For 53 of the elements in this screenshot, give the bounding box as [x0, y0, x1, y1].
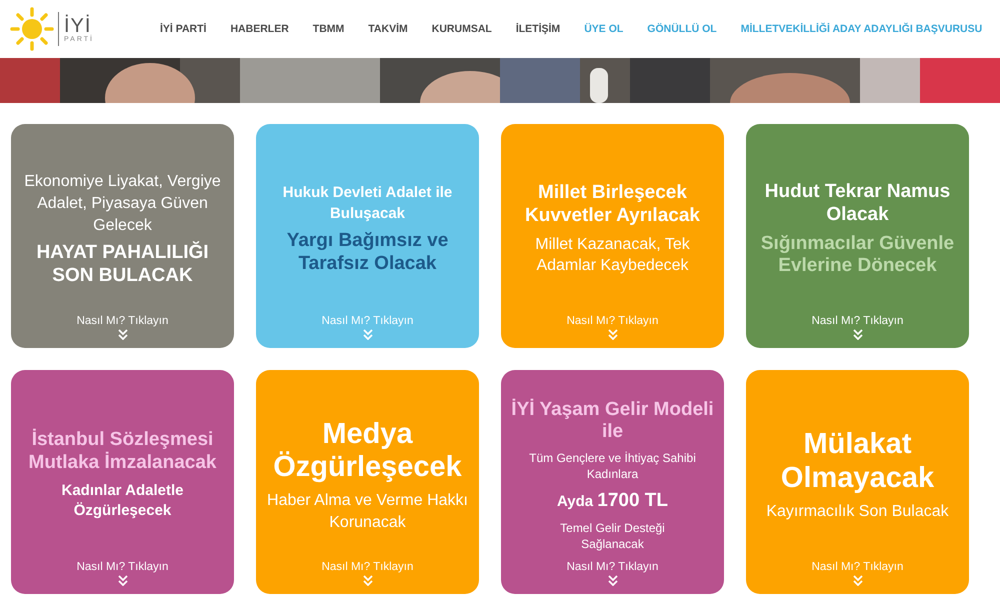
card-text: Tüm Gençlere ve İhtiyaç Sahibi Kadınlara	[528, 450, 697, 482]
card-text: Kayırmacılık Son Bulacak	[765, 502, 950, 522]
nav-link[interactable]: HABERLER	[230, 23, 289, 35]
double-chevron-down-icon[interactable]	[118, 329, 128, 340]
read-more-link[interactable]: Nasıl Mı? Tıklayın	[566, 561, 658, 573]
promise-card[interactable]: Medya Özgürleşecek Haber Alma ve Verme Hakkı Korunacak Nasıl Mı? Tıklayın	[256, 370, 479, 594]
double-chevron-down-icon[interactable]	[362, 575, 372, 586]
promise-card[interactable]: İYİ Yaşam Gelir Modeli ile Tüm Gençlere ve İhtiyaç Sahibi Kadınlara Ayda 1700 TL Temel Gelir Desteği Sağlanacak Nasıl Mı? Tıklayın	[501, 370, 724, 594]
card-text: Hukuk Devleti Adalet ile Buluşacak	[282, 183, 454, 224]
card-text: Kadınlar Adaletle Özgürleşecek	[60, 481, 184, 522]
card-heading: Yargı Bağımsız ve Tarafsız Olacak	[286, 230, 450, 276]
double-chevron-down-icon[interactable]	[362, 329, 372, 340]
card-text: Millet Kazanacak, Tek Adamlar Kaybedecek	[534, 234, 691, 276]
card-heading: İYİ Yaşam Gelir Modeli ile	[511, 398, 714, 444]
double-chevron-down-icon[interactable]	[852, 575, 862, 586]
read-more-link[interactable]: Nasıl Mı? Tıklayın	[812, 561, 904, 573]
card-heading: Medya Özgürleşecek	[272, 418, 463, 484]
promise-card[interactable]: İstanbul Sözleşmesi Mutlaka İmzalanacak Kadınlar Adaletle Özgürleşecek Nasıl Mı? Tıklayın	[11, 370, 234, 594]
card-heading: Sığınmacılar Güvenle Evlerine Dönecek	[760, 232, 956, 278]
double-chevron-down-icon[interactable]	[118, 575, 128, 586]
promise-card[interactable]: Hudut Tekrar Namus Olacak Sığınmacılar Güvenle Evlerine Dönecek Nasıl Mı? Tıklayın	[746, 124, 969, 348]
card-heading: Mülakat Olmayacak	[780, 428, 936, 496]
card-heading: İstanbul Sözleşmesi Mutlaka İmzalanacak	[28, 429, 218, 476]
read-more-link[interactable]: Nasıl Mı? Tıklayın	[322, 315, 414, 327]
nav-link[interactable]: GÖNÜLLÜ OL	[647, 23, 717, 35]
nav-link[interactable]: İLETİŞİM	[516, 23, 560, 35]
promise-card[interactable]: Millet Birleşecek Kuvvetler Ayrılacak Millet Kazanacak, Tek Adamlar Kaybedecek Nasıl Mı? Tıklayın	[501, 124, 724, 348]
logo-wordmark[interactable]: İYİ	[64, 16, 94, 36]
read-more-link[interactable]: Nasıl Mı? Tıklayın	[76, 315, 168, 327]
read-more-link[interactable]: Nasıl Mı? Tıklayın	[566, 315, 658, 327]
card-text: Ekonomiye Liyakat, Vergiye Adalet, Piyasaya Güven Gelecek	[23, 172, 222, 236]
read-more-link[interactable]: Nasıl Mı? Tıklayın	[322, 561, 414, 573]
nav-link[interactable]: TAKVİM	[368, 23, 408, 35]
nav-link[interactable]: ÜYE OL	[584, 23, 624, 35]
promise-card[interactable]: Ekonomiye Liyakat, Vergiye Adalet, Piyasaya Güven Gelecek HAYAT PAHALILIĞI SON BULACAK Nasıl Mı? Tıklayın	[11, 124, 234, 348]
promise-card[interactable]: Mülakat Olmayacak Kayırmacılık Son Bulacak Nasıl Mı? Tıklayın	[746, 370, 969, 594]
amount-text: Ayda 1700 TL	[556, 489, 670, 514]
card-text: Haber Alma ve Verme Hakkı Korunacak	[266, 491, 469, 533]
card-heading: Hudut Tekrar Namus Olacak	[764, 180, 952, 226]
double-chevron-down-icon[interactable]	[608, 329, 618, 340]
double-chevron-down-icon[interactable]	[608, 575, 618, 586]
card-heading: HAYAT PAHALILIĞI SON BULACAK	[35, 242, 210, 288]
read-more-link[interactable]: Nasıl Mı? Tıklayın	[76, 561, 168, 573]
nav-link[interactable]: TBMM	[312, 23, 344, 35]
nav-link[interactable]: MİLLETVEKİLLİĞİ ADAY ADAYLIĞI BAŞVURUSU	[740, 23, 982, 35]
promise-card[interactable]: Hukuk Devleti Adalet ile Buluşacak Yargı Bağımsız ve Tarafsız Olacak Nasıl Mı? Tıklayın	[256, 124, 479, 348]
card-text: Temel Gelir Desteği Sağlanacak	[559, 520, 666, 552]
nav-link[interactable]: İYİ PARTİ	[160, 23, 206, 35]
card-heading: Millet Birleşecek Kuvvetler Ayrılacak	[524, 182, 701, 228]
double-chevron-down-icon[interactable]	[852, 329, 862, 340]
sun-logo-icon[interactable]	[10, 7, 54, 51]
nav-link[interactable]: KURUMSAL	[432, 23, 492, 35]
read-more-link[interactable]: Nasıl Mı? Tıklayın	[812, 315, 904, 327]
